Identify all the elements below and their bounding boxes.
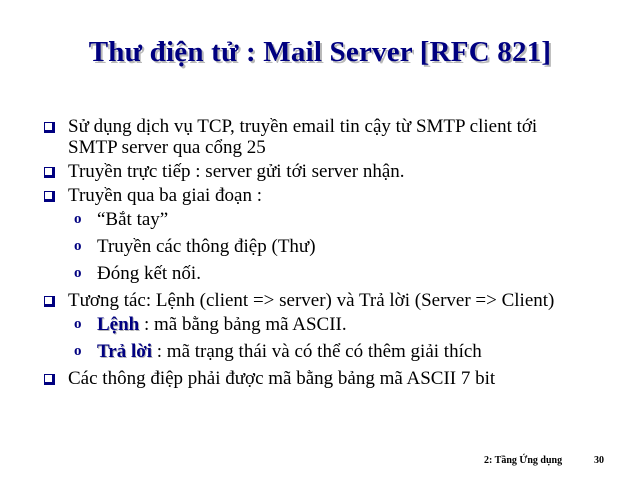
sub-bullet-text: “Bắt tay” <box>97 209 169 230</box>
sub-bullet-handshake: o “Bắt tay” <box>40 209 560 230</box>
sub-bullet-text: : mã trạng thái và có thể có thêm giải t… <box>152 341 482 362</box>
bullet-text: Truyền trực tiếp : server gửi tới server… <box>68 161 405 182</box>
page-number: 30 <box>594 455 604 466</box>
bullet-item-interaction: Tương tác: Lệnh (client => server) và Tr… <box>40 290 560 311</box>
sub-bullet-text: Truyền các thông điệp (Thư) <box>97 236 316 257</box>
sub-bullet-close: o Đóng kết nối. <box>40 263 560 284</box>
footer-section: 2: Tầng Ứng dụng <box>484 455 563 466</box>
square-bullet-icon <box>44 122 55 133</box>
bullet-list: Sử dụng dịch vụ TCP, truyền email tin cậ… <box>40 116 560 392</box>
slide-title: Thư điện tử : Mail Server [RFC 821] <box>88 36 552 68</box>
sub-bullet-text: : mã bằng bảng mã ASCII. <box>139 314 347 335</box>
bullet-item-phases: Truyền qua ba giai đoạn : <box>40 185 560 206</box>
square-bullet-icon <box>44 191 55 202</box>
square-bullet-icon <box>44 374 55 385</box>
bullet-text: Các thông điệp phải được mã bằng bảng mã… <box>68 368 496 389</box>
bullet-text: Truyền qua ba giai đoạn : <box>68 185 263 206</box>
circle-bullet-icon: o <box>74 238 82 254</box>
square-bullet-icon <box>44 296 55 307</box>
sub-bullet-reply: o Trả lời : mã trạng thái và có thể có t… <box>40 341 560 362</box>
circle-bullet-icon: o <box>74 343 82 359</box>
circle-bullet-icon: o <box>74 316 82 332</box>
bullet-item-direct: Truyền trực tiếp : server gửi tới server… <box>40 161 560 182</box>
sub-bullet-command: o Lệnh : mã bằng bảng mã ASCII. <box>40 314 560 335</box>
sub-bullet-text: Đóng kết nối. <box>97 263 201 284</box>
keyword-command: Lệnh <box>97 314 140 335</box>
bullet-item-ascii: Các thông điệp phải được mã bằng bảng mã… <box>40 368 560 389</box>
bullet-text: Sử dụng dịch vụ TCP, truyền email tin cậ… <box>68 116 538 158</box>
square-bullet-icon <box>44 167 55 178</box>
circle-bullet-icon: o <box>74 265 82 281</box>
bullet-item-tcp: Sử dụng dịch vụ TCP, truyền email tin cậ… <box>40 116 560 158</box>
keyword-reply: Trả lời <box>97 341 153 362</box>
sub-bullet-transfer: o Truyền các thông điệp (Thư) <box>40 236 560 257</box>
circle-bullet-icon: o <box>74 211 82 227</box>
bullet-text: Tương tác: Lệnh (client => server) và Tr… <box>68 290 555 311</box>
